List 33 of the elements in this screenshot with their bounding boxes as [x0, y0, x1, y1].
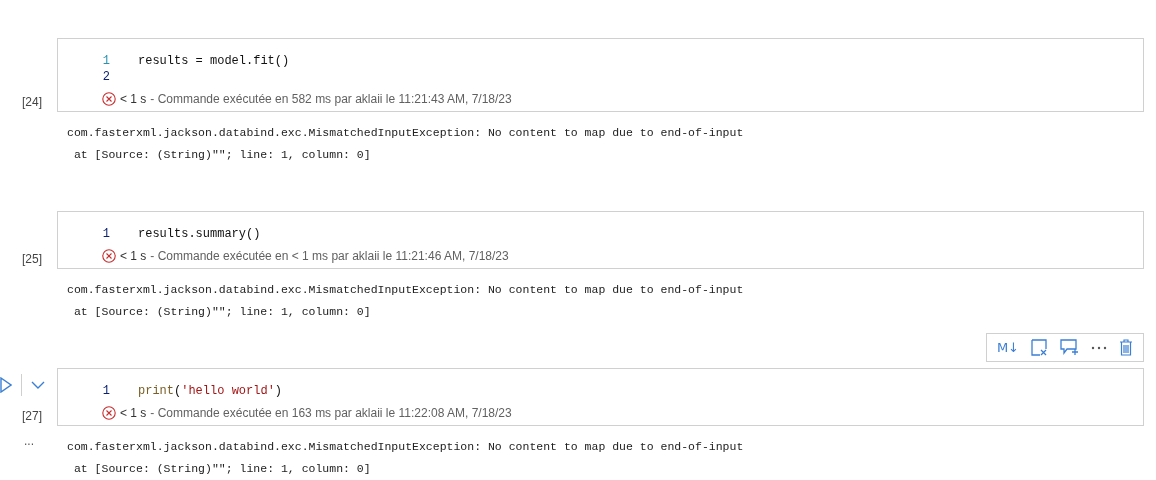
error-output-line: com.fasterxml.jackson.databind.exc.MismatchedInputException: No content to map due to end-of-input	[67, 125, 744, 141]
duration-text: < 1 s	[120, 249, 147, 263]
code-line: print('hello world')	[138, 384, 283, 398]
execution-count: [25]	[21, 252, 43, 268]
duration-text: < 1 s	[120, 406, 147, 420]
code-cell[interactable]: 1 results.summary() < 1 s - Commande exécutée en < 1 ms par aklaii le 11:21:46 AM, 7/18/23	[57, 211, 1144, 269]
execution-status: - Commande exécutée en 163 ms par aklaii le 11:22:08 AM, 7/18/23	[150, 406, 512, 420]
line-number: 2	[101, 70, 110, 84]
code-cell[interactable]: 1 results = model.fit() 2 < 1 s - Commande exécutée en 582 ms par aklaii le 11:21:43 AM, 7/18/23	[57, 38, 1144, 112]
chevron-down-icon[interactable]	[31, 380, 45, 390]
output-more-button[interactable]: ...	[24, 434, 34, 448]
error-output-line: at [Source: (String)""; line: 1, column: 0]	[72, 147, 372, 163]
execution-count: [24]	[21, 95, 43, 111]
markdown-button[interactable]: M↓	[992, 336, 1023, 359]
more-icon	[1091, 345, 1107, 350]
code-cell[interactable]: 1 print('hello world') < 1 s - Commande exécutée en 163 ms par aklaii le 11:22:08 AM, 7/18/23	[57, 368, 1144, 426]
error-output-line: at [Source: (String)""; line: 1, column: 0]	[72, 304, 372, 320]
error-output-line: com.fasterxml.jackson.databind.exc.MismatchedInputException: No content to map due to end-of-input	[67, 439, 744, 455]
error-output-line: at [Source: (String)""; line: 1, column: 0]	[72, 461, 372, 477]
code-line: results.summary()	[138, 227, 261, 241]
line-number: 1	[101, 384, 110, 398]
execution-count: [27]	[21, 409, 43, 425]
delete-icon	[1119, 339, 1133, 356]
error-output-line: com.fasterxml.jackson.databind.exc.MismatchedInputException: No content to map due to end-of-input	[67, 282, 744, 298]
line-number: 1	[101, 54, 110, 68]
line-number: 1	[101, 227, 110, 241]
code-line: results = model.fit()	[138, 54, 290, 68]
duration-text: < 1 s	[120, 92, 147, 106]
run-icon[interactable]	[0, 377, 12, 393]
comment-icon	[1060, 339, 1079, 356]
execution-status: - Commande exécutée en < 1 ms par aklaii le 11:21:46 AM, 7/18/23	[150, 249, 509, 263]
clear-output-icon	[1031, 339, 1048, 356]
execution-status: - Commande exécutée en 582 ms par aklaii le 11:21:43 AM, 7/18/23	[150, 92, 512, 106]
